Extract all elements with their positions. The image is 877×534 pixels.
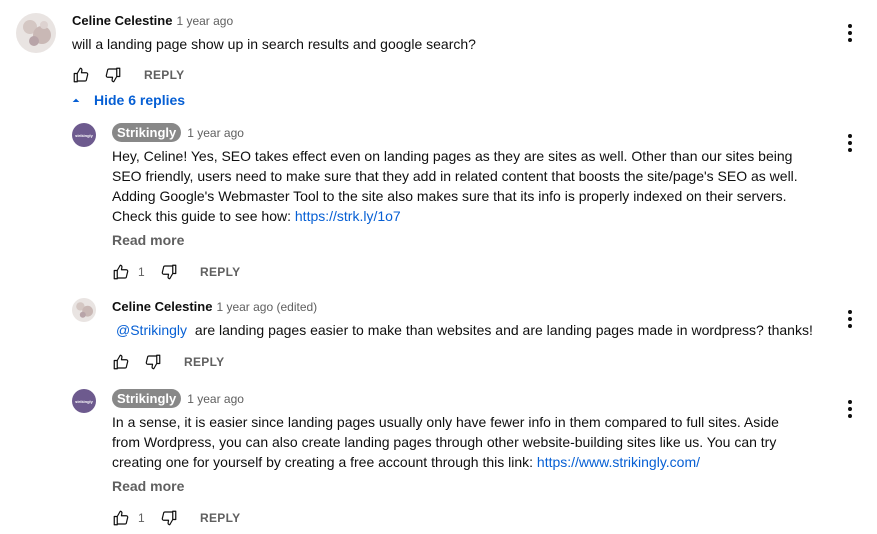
comment-actions: REPLY	[72, 65, 184, 85]
like-button[interactable]	[112, 509, 130, 527]
author-badge[interactable]: Strikingly	[112, 389, 182, 408]
like-button[interactable]	[112, 353, 130, 371]
reply-text: @Strikingly are landing pages easier to …	[112, 320, 813, 340]
reply-menu-button[interactable]	[838, 131, 862, 155]
comment-menu-button[interactable]	[838, 21, 862, 45]
text-line: from Wordpress, you can also create land…	[112, 434, 777, 450]
read-more-button[interactable]: Read more	[112, 478, 184, 494]
text-line: creating one for yourself by creating a …	[112, 454, 537, 470]
thumb-up-icon	[72, 66, 90, 84]
hide-replies-button[interactable]: Hide 6 replies	[68, 92, 185, 108]
thumb-up-icon	[112, 353, 130, 371]
chevron-up-icon	[72, 98, 80, 102]
author-name[interactable]: Celine Celestine	[72, 13, 172, 28]
reply-menu-button[interactable]	[838, 397, 862, 421]
comment-header: Celine Celestine 1 year ago	[72, 13, 233, 28]
thumb-up-icon	[112, 263, 130, 281]
comment-text: will a landing page show up in search re…	[72, 36, 476, 52]
like-count: 1	[138, 265, 145, 279]
reply-header: Celine Celestine 1 year ago (edited)	[112, 299, 317, 314]
reply-actions: REPLY	[112, 352, 224, 372]
avatar-logo-text: strikingly	[75, 398, 93, 404]
avatar-strikingly[interactable]: strikingly	[72, 389, 96, 413]
thumb-down-icon	[160, 509, 178, 527]
avatar-celine[interactable]	[16, 13, 56, 53]
like-button[interactable]	[112, 263, 130, 281]
author-badge[interactable]: Strikingly	[112, 123, 182, 142]
text-line: are landing pages easier to make than we…	[194, 322, 813, 338]
hide-replies-label: Hide 6 replies	[94, 92, 186, 108]
avatar-photo-icon	[72, 298, 96, 322]
text-line: Check this guide to see how:	[112, 208, 295, 224]
avatar-strikingly[interactable]: strikingly	[72, 123, 96, 147]
text-line: SEO friendly, users need to make sure th…	[112, 168, 798, 184]
kebab-menu-icon	[838, 21, 862, 45]
mention-link[interactable]: @Strikingly	[116, 322, 187, 338]
guide-link[interactable]: https://strk.ly/1o7	[295, 208, 401, 224]
thumb-down-icon	[104, 66, 122, 84]
avatar-celine[interactable]	[72, 298, 96, 322]
reply-actions: 1 REPLY	[112, 262, 240, 282]
dislike-button[interactable]	[160, 509, 178, 527]
reply-text: Hey, Celine! Yes, SEO takes effect even …	[112, 146, 842, 226]
read-more-button[interactable]: Read more	[112, 232, 184, 248]
avatar-photo-icon	[16, 13, 56, 53]
thumb-up-icon	[112, 509, 130, 527]
author-name[interactable]: Celine Celestine	[112, 299, 212, 314]
strikingly-link[interactable]: https://www.strikingly.com/	[537, 454, 700, 470]
reply-header: Strikingly 1 year ago	[112, 123, 244, 142]
reply-menu-button[interactable]	[838, 307, 862, 331]
dislike-button[interactable]	[160, 263, 178, 281]
dislike-button[interactable]	[144, 353, 162, 371]
text-line: Adding Google's Webmaster Tool to the si…	[112, 188, 787, 204]
text-line: Hey, Celine! Yes, SEO takes effect even …	[112, 148, 793, 164]
reply-text: In a sense, it is easier since landing p…	[112, 412, 842, 472]
reply-button[interactable]: REPLY	[200, 265, 240, 279]
timestamp[interactable]: 1 year ago	[176, 14, 233, 28]
reply-button[interactable]: REPLY	[144, 68, 184, 82]
avatar-logo-text: strikingly	[75, 132, 93, 138]
thumb-down-icon	[160, 263, 178, 281]
text-line: In a sense, it is easier since landing p…	[112, 414, 779, 430]
kebab-menu-icon	[838, 397, 862, 421]
reply-actions: 1 REPLY	[112, 508, 240, 528]
kebab-menu-icon	[838, 131, 862, 155]
like-button[interactable]	[72, 66, 90, 84]
timestamp[interactable]: 1 year ago	[187, 126, 244, 140]
reply-button[interactable]: REPLY	[184, 355, 224, 369]
dislike-button[interactable]	[104, 66, 122, 84]
kebab-menu-icon	[838, 307, 862, 331]
reply-header: Strikingly 1 year ago	[112, 389, 244, 408]
reply-button[interactable]: REPLY	[200, 511, 240, 525]
like-count: 1	[138, 511, 145, 525]
timestamp[interactable]: 1 year ago (edited)	[216, 300, 317, 314]
thumb-down-icon	[144, 353, 162, 371]
timestamp[interactable]: 1 year ago	[187, 392, 244, 406]
